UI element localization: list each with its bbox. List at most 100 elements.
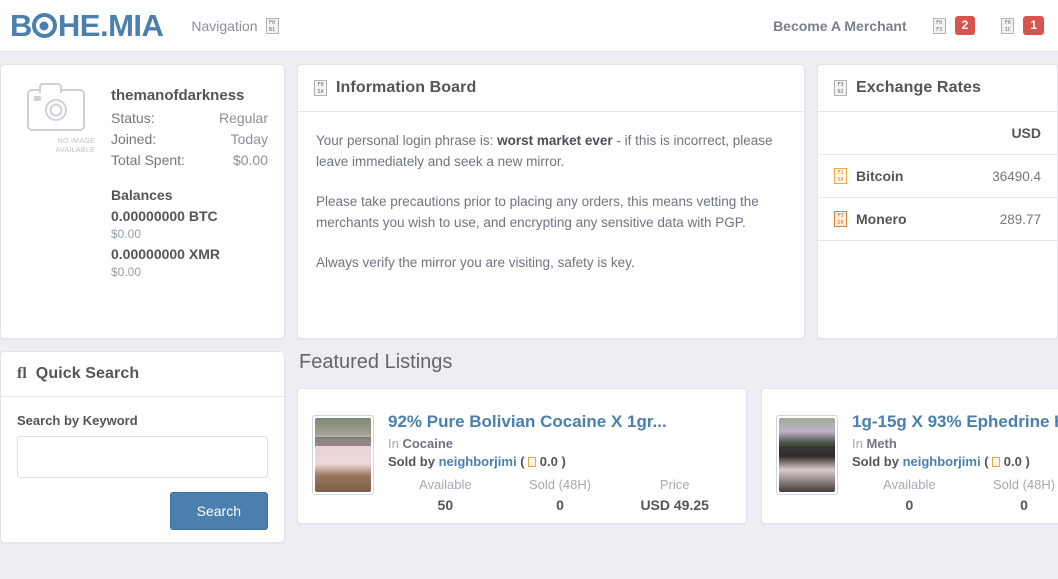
featured-listings-title: Featured Listings [299, 351, 453, 373]
price-label: Price [659, 477, 690, 492]
listing-thumbnail[interactable] [312, 415, 374, 495]
sold-label: Sold (48H) [528, 477, 592, 492]
listing-card[interactable]: 92% Pure Bolivian Cocaine X 1gr... In Co… [297, 388, 747, 524]
profile-spent-row: Total Spent: $0.00 [111, 150, 268, 171]
exchange-icon: F3 62 [834, 80, 847, 96]
listing-available-stat: Available 0 [852, 475, 967, 515]
monero-label-group: F3 D0 Monero [834, 211, 937, 227]
messages-button[interactable]: F0 F3 2 [932, 16, 976, 35]
quick-search-body: Search by Keyword Search [1, 397, 284, 546]
sold-label: Sold (48H) [992, 477, 1056, 492]
sold-value: 0 [1020, 497, 1028, 513]
orders-button[interactable]: F0 1C 1 [1001, 16, 1044, 35]
profile-card: NO IMAGE AVAILABLE themanofdarkness Stat… [0, 64, 285, 339]
information-board-heading: F0 5A Information Board [298, 65, 804, 112]
information-board-body: Your personal login phrase is: worst mar… [298, 112, 804, 281]
info-paragraph-pre: Your personal login phrase is: [316, 133, 498, 148]
exchange-rates-heading: F3 62 Exchange Rates [818, 65, 1057, 112]
listing-category-name: Cocaine [402, 436, 454, 451]
seller-rating: 0.0 [1003, 454, 1022, 469]
left-column: NO IMAGE AVAILABLE themanofdarkness Stat… [0, 64, 285, 543]
listing-category-name: Meth [866, 436, 897, 451]
xmr-balance: 0.00000000 XMR [111, 246, 220, 262]
quick-search-heading: fl Quick Search [1, 352, 284, 397]
navigation-chevron-icon: F0 B1 [265, 17, 279, 34]
exchange-rates-card: F3 62 Exchange Rates USD F1 5A Bitcoin 3… [817, 64, 1058, 339]
joined-value: Today [230, 131, 268, 147]
bitcoin-rate: 36490.4 [952, 154, 1057, 198]
bitcoin-icon: F1 5A [834, 168, 847, 184]
listing-in-label: In [852, 436, 863, 451]
become-a-merchant-link[interactable]: Become A Merchant [773, 18, 907, 34]
listing-category: In Cocaine [388, 436, 732, 451]
search-input[interactable] [17, 436, 268, 478]
available-value: 0 [905, 497, 914, 513]
messages-badge: 2 [954, 16, 976, 35]
brand-text-pre: B [10, 8, 32, 43]
listing-available-stat: Available 50 [388, 475, 503, 515]
status-value: Regular [218, 110, 268, 126]
table-row: F3 D0 Monero 289.77 [818, 197, 1057, 241]
seller-link[interactable]: neighborjimi [439, 454, 517, 469]
information-board-title: Information Board [336, 79, 477, 96]
upper-panels-row: F0 5A Information Board Your personal log… [297, 64, 1058, 339]
seller-rating: 0.0 [539, 454, 558, 469]
quick-search-card: fl Quick Search Search by Keyword Search [0, 351, 285, 543]
monero-cell: F3 D0 Monero [818, 197, 953, 241]
profile-joined-row: Joined: Today [111, 129, 268, 150]
tofu-code: F0 1C [1004, 19, 1011, 33]
tofu-code: F1 5A [837, 170, 844, 183]
login-phrase: worst market ever [497, 133, 613, 148]
brand-text-post: HE.MIA [57, 8, 164, 43]
information-board-card: F0 5A Information Board Your personal log… [297, 64, 805, 339]
featured-listings-row: 92% Pure Bolivian Cocaine X 1gr... In Co… [297, 388, 1058, 524]
bitcoin-cell: F1 5A Bitcoin [818, 154, 953, 198]
search-button[interactable]: Search [169, 492, 268, 530]
orders-badge: 1 [1023, 16, 1044, 35]
listing-stats: Available 50 Sold (48H) 0 Price USD 49.2… [388, 475, 732, 515]
available-label: Available [419, 477, 472, 492]
navigation-label: Navigation [191, 17, 258, 34]
star-icon [528, 457, 537, 467]
status-label: Status: [111, 110, 155, 126]
listing-category: In Meth [852, 436, 1058, 451]
exchange-rates-thead: USD [818, 112, 1057, 155]
profile-status-row: Status: Regular [111, 108, 268, 129]
listing-title[interactable]: 1g-15g X 93% Ephedrine HCL [852, 411, 1058, 433]
sold-by-label: Sold by [388, 454, 435, 469]
monero-rate: 289.77 [952, 197, 1057, 241]
brand-logo[interactable]: B HE.MIA [10, 8, 164, 43]
info-paragraph: Please take precautions prior to placing… [316, 194, 759, 230]
navigation-menu[interactable]: Navigation F0 B1 [191, 17, 279, 34]
usd-column-header: USD [952, 112, 1057, 155]
listing-card[interactable]: 1g-15g X 93% Ephedrine HCL In Meth Sold … [761, 388, 1058, 524]
price-value: USD 49.25 [640, 497, 709, 513]
camera-lens [45, 99, 67, 121]
no-image-line2: AVAILABLE [55, 147, 95, 154]
top-navbar: B HE.MIA Navigation F0 B1 Become A Merchan… [0, 0, 1058, 52]
listing-seller: Sold by neighborjimi ( 0.0 ) [852, 454, 1030, 469]
xmr-balance-fiat: $0.00 [111, 265, 142, 279]
listing-price-stat: Price USD 49.25 [617, 475, 732, 515]
bitcoin-label-group: F1 5A Bitcoin [834, 168, 937, 184]
listing-info: 92% Pure Bolivian Cocaine X 1gr... In Co… [388, 403, 732, 513]
exchange-rates-tbody: F1 5A Bitcoin 36490.4 F3 D0 Monero 289.7… [818, 154, 1057, 241]
tofu-code: F0 F3 [936, 19, 943, 33]
profile-username: themanofdarkness [111, 87, 245, 104]
listing-sold-stat: Sold (48H) 0 [503, 475, 618, 515]
listing-title[interactable]: 92% Pure Bolivian Cocaine X 1gr... [388, 411, 732, 433]
joined-label: Joined: [111, 131, 157, 147]
search-icon: fl [17, 365, 27, 382]
listing-thumbnail[interactable] [776, 415, 838, 495]
shopping-cart-icon: F0 1C [1001, 17, 1015, 34]
seller-link[interactable]: neighborjimi [903, 454, 981, 469]
sold-by-label: Sold by [852, 454, 899, 469]
listing-thumbnail-image [779, 418, 835, 492]
exchange-rates-table: USD F1 5A Bitcoin 36490.4 F3 D0 Monero 2… [818, 112, 1057, 241]
available-value: 50 [437, 497, 454, 513]
exchange-rates-title: Exchange Rates [856, 79, 982, 96]
table-header-row: USD [818, 112, 1057, 155]
listing-stats: Available 0 Sold (48H) 0 Price USD 24.60 [852, 475, 1058, 515]
total-spent-value: $0.00 [232, 152, 268, 168]
profile-info: themanofdarkness Status: Regular Joined:… [95, 87, 268, 322]
